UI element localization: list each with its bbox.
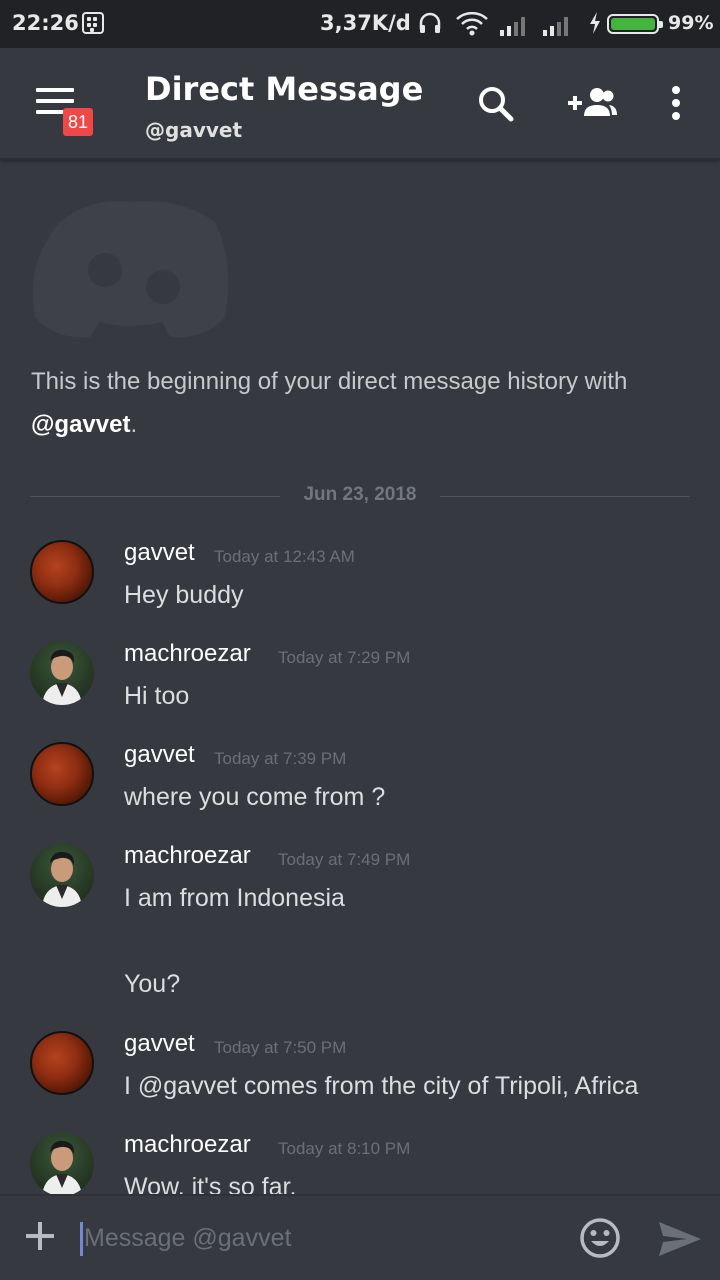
message-username[interactable]: machroezar (124, 640, 251, 668)
message-username[interactable]: gavvet (124, 741, 195, 769)
date-divider: Jun 23, 2018 (30, 482, 690, 512)
message-text: Hi too (124, 682, 190, 710)
message-username[interactable]: gavvet (124, 1030, 195, 1058)
battery-percent: 99% (668, 12, 714, 34)
status-time: 22:26 (12, 11, 79, 35)
message-text: You? (124, 970, 181, 998)
wifi-icon (456, 11, 488, 36)
notification-badge: 81 (63, 108, 93, 136)
page-subtitle: @gavvet (145, 118, 243, 142)
signal-icon (543, 17, 568, 36)
message-timestamp: Today at 12:43 AM (214, 547, 355, 566)
message-text: where you come from ? (124, 783, 386, 811)
dm-intro-text: This is the beginning of your direct mes… (31, 368, 628, 438)
message-timestamp: Today at 7:39 PM (214, 749, 347, 768)
avatar[interactable] (30, 742, 94, 806)
message-text: I am from Indonesia (124, 884, 345, 912)
menu-icon (36, 88, 74, 92)
discord-logo-icon (32, 201, 229, 338)
text-cursor (80, 1222, 83, 1256)
signal-icon (500, 17, 525, 36)
status-bar: 22:26 3,37K/d 99% (0, 0, 720, 48)
avatar[interactable] (30, 540, 94, 604)
network-speed: 3,37K/d (320, 11, 411, 35)
message-text: Wow, it's so far. (124, 1173, 297, 1194)
page-title: Direct Message (145, 70, 424, 108)
battery-icon (607, 14, 663, 34)
message-username[interactable]: gavvet (124, 539, 195, 567)
avatar[interactable] (30, 641, 94, 705)
avatar[interactable] (30, 1132, 94, 1194)
menu-button[interactable]: 81 (36, 84, 93, 136)
headphone-icon (419, 12, 441, 33)
message-username[interactable]: machroezar (124, 842, 251, 870)
message-timestamp: Today at 7:50 PM (214, 1038, 347, 1057)
header: 81 Direct Message @gavvet (0, 48, 720, 160)
message-text: I @gavvet comes from the city of Tripoli… (124, 1072, 639, 1100)
message-timestamp: Today at 8:10 PM (278, 1139, 411, 1158)
message-input[interactable] (84, 1218, 544, 1258)
avatar[interactable] (30, 843, 94, 907)
search-icon[interactable] (476, 84, 516, 124)
add-friend-icon[interactable] (566, 84, 618, 124)
date-label: Jun 23, 2018 (303, 484, 417, 505)
message-username[interactable]: machroezar (124, 1131, 251, 1159)
message-timestamp: Today at 7:49 PM (278, 850, 411, 869)
more-vertical-icon[interactable] (666, 84, 686, 124)
plus-icon[interactable] (24, 1220, 56, 1252)
bbm-icon (82, 12, 104, 34)
composer-bar (0, 1194, 720, 1280)
avatar[interactable] (30, 1031, 94, 1095)
battery-level (611, 18, 655, 30)
emoji-icon[interactable] (579, 1217, 621, 1259)
send-icon[interactable] (657, 1220, 703, 1258)
message-list[interactable]: This is the beginning of your direct mes… (0, 162, 720, 1194)
message-timestamp: Today at 7:29 PM (278, 648, 411, 667)
user-mention[interactable]: @gavvet (31, 411, 130, 438)
charging-icon (590, 12, 600, 34)
message-text: Hey buddy (124, 581, 244, 609)
